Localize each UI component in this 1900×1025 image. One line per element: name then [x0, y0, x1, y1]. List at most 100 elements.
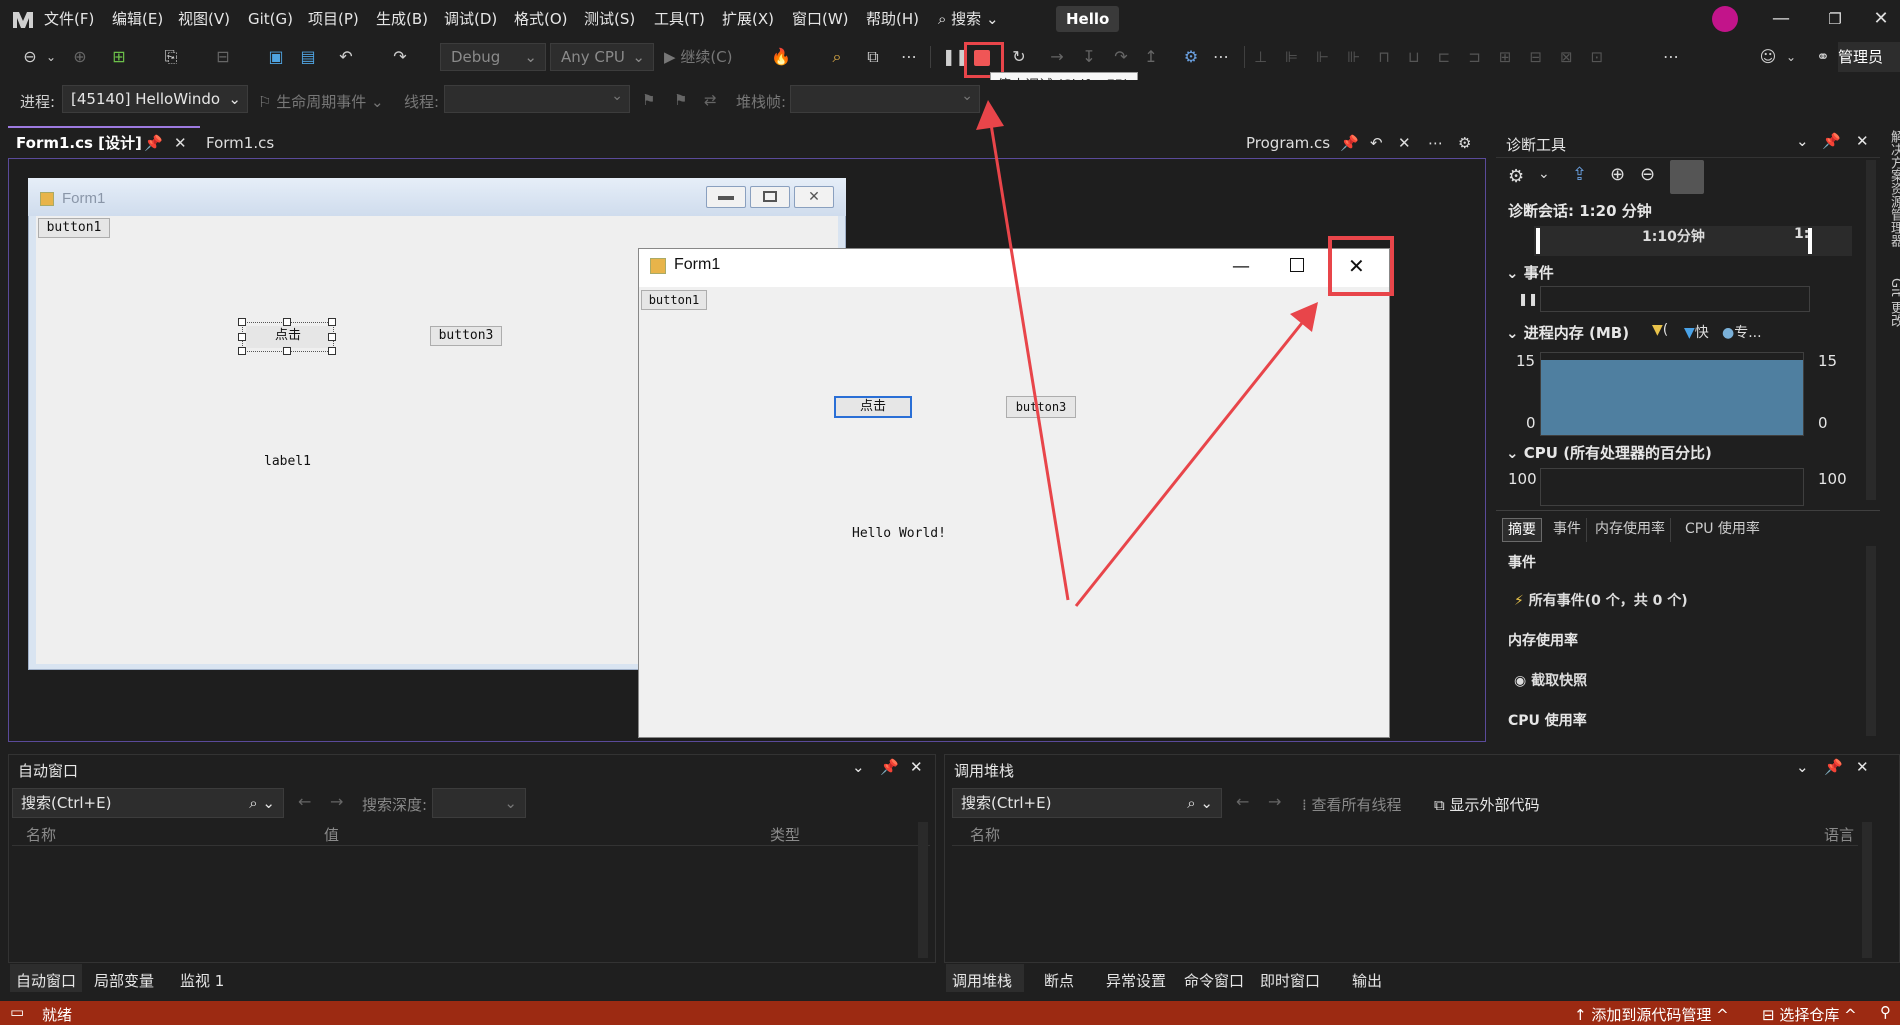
menu-test[interactable]: 测试(S)	[578, 0, 641, 38]
subtab-memory[interactable]: 内存使用率	[1590, 518, 1671, 542]
more-options-icon[interactable]: ⋯	[1428, 128, 1443, 158]
autos-scrollbar[interactable]	[918, 822, 928, 958]
git-changes-tab[interactable]: Git 更改	[1886, 278, 1900, 327]
close-icon[interactable]: ✕	[1858, 0, 1900, 38]
close-tab-icon[interactable]: ✕	[1398, 128, 1411, 158]
back-icon[interactable]: ←	[298, 792, 311, 811]
settings-icon[interactable]: ⚙	[1458, 128, 1471, 158]
autos-col-name[interactable]: 名称	[26, 824, 56, 845]
restore-icon[interactable]: ❐	[1812, 0, 1858, 38]
step-out-icon[interactable]: ↥	[1140, 42, 1162, 72]
account-avatar[interactable]	[1712, 6, 1738, 32]
tab-output[interactable]: 输出	[1352, 970, 1382, 991]
chevron-down-icon[interactable]: ⌄	[1796, 132, 1809, 150]
process-dropdown[interactable]: [45140] HelloWindo ⌄	[62, 85, 248, 113]
config-dropdown[interactable]: Debug ⌄	[440, 43, 546, 71]
autos-col-value[interactable]: 值	[324, 824, 339, 845]
resize-handle[interactable]	[328, 333, 336, 341]
summary-scrollbar[interactable]	[1866, 546, 1876, 736]
tab-watch1[interactable]: 监视 1	[180, 970, 224, 991]
export-icon[interactable]: ⇪	[1572, 164, 1587, 185]
menu-project[interactable]: 项目(P)	[302, 0, 365, 38]
search-depth-dropdown[interactable]: ⌄	[432, 788, 526, 818]
flag-icon[interactable]: ⚑	[642, 91, 655, 109]
cpu-section-header[interactable]: ⌄ CPU (所有处理器的百分比)	[1506, 442, 1712, 463]
resize-handle[interactable]	[283, 347, 291, 355]
tab-immediate-window[interactable]: 即时窗口	[1260, 970, 1320, 991]
menu-window[interactable]: 窗口(W)	[786, 0, 855, 38]
notifications-icon[interactable]: ▭	[10, 1003, 24, 1021]
more-options-icon[interactable]: ⋯	[1660, 42, 1682, 72]
autos-search-input[interactable]: 搜索(Ctrl+E) ⌕ ⌄	[12, 788, 284, 818]
save-all-icon[interactable]: ▤	[298, 42, 318, 72]
open-file-icon[interactable]: ⎘	[160, 42, 182, 72]
hot-reload-settings-icon[interactable]: ⚙	[1180, 42, 1202, 72]
chevron-down-icon[interactable]: ⌄	[1784, 42, 1798, 72]
designer-button-click[interactable]: 点击	[246, 326, 330, 348]
resize-handle[interactable]	[283, 318, 291, 326]
pin-icon[interactable]: 📌	[1824, 758, 1843, 776]
pause-icon[interactable]: ❚❚	[942, 42, 969, 72]
menu-format[interactable]: 格式(O)	[508, 0, 574, 38]
find-in-files-icon[interactable]: ⌕	[826, 42, 848, 72]
save-icon[interactable]: ▣	[266, 42, 286, 72]
all-events-link[interactable]: ⚡ 所有事件(0 个，共 0 个)	[1514, 590, 1688, 610]
forward-icon[interactable]: →	[330, 792, 343, 811]
forward-icon[interactable]: →	[1268, 792, 1281, 811]
tab-command-window[interactable]: 命令窗口	[1184, 970, 1244, 991]
autos-col-type[interactable]: 类型	[770, 824, 800, 845]
menu-build[interactable]: 生成(B)	[370, 0, 434, 38]
redo-icon[interactable]: ↷	[390, 42, 410, 72]
copilot-icon[interactable]: ☺	[1756, 42, 1780, 72]
chevron-down-icon[interactable]: ⌄	[1796, 758, 1809, 776]
reset-zoom-button[interactable]	[1670, 160, 1704, 194]
tab-call-stack[interactable]: 调用堆栈	[952, 970, 1012, 991]
resize-handle[interactable]	[238, 347, 246, 355]
more-options-icon[interactable]: ⋯	[1210, 42, 1232, 72]
pin-icon[interactable]: 📌	[144, 128, 163, 158]
diagnostic-scrollbar[interactable]	[1866, 160, 1876, 500]
menu-git[interactable]: Git(G)	[242, 0, 299, 38]
tab-program-cs[interactable]: Program.cs	[1246, 128, 1330, 158]
tab-form1-code[interactable]: Form1.cs	[206, 128, 274, 158]
maximize-icon[interactable]	[1290, 258, 1304, 272]
running-button-click[interactable]: 点击	[834, 396, 912, 418]
tab-breakpoints[interactable]: 断点	[1044, 970, 1074, 991]
admin-button[interactable]: 管理员	[1838, 42, 1900, 72]
lifecycle-events-dropdown[interactable]: ⚐ 生命周期事件 ⌄	[258, 91, 384, 112]
layout-toolbar-icons[interactable]: ⊥⊫⊩⊪⊓⊔⊏⊐⊞⊟⊠⊡	[1254, 42, 1654, 72]
menu-file[interactable]: 文件(F)	[38, 0, 100, 38]
call-stack-search-input[interactable]: 搜索(Ctrl+E) ⌕ ⌄	[952, 788, 1222, 818]
close-icon[interactable]: ✕	[1856, 758, 1869, 776]
view-all-threads-button[interactable]: ⁞ 查看所有线程	[1302, 794, 1402, 815]
resize-handle[interactable]	[238, 333, 246, 341]
menu-extensions[interactable]: 扩展(X)	[716, 0, 780, 38]
new-project-icon[interactable]: ⊞	[108, 42, 130, 72]
add-to-source-control-button[interactable]: ↑ 添加到源代码管理 ^	[1574, 1004, 1729, 1025]
subtab-cpu[interactable]: CPU 使用率	[1680, 518, 1765, 542]
menu-debug[interactable]: 调试(D)	[438, 0, 503, 38]
close-icon[interactable]: ✕	[910, 758, 923, 776]
chevron-down-icon[interactable]: ⌄	[44, 42, 58, 72]
resize-handle[interactable]	[328, 347, 336, 355]
thread-dropdown[interactable]: ⌄	[444, 85, 630, 113]
designer-label1[interactable]: label1	[264, 454, 311, 469]
designer-button1[interactable]: button1	[38, 218, 110, 238]
back-icon[interactable]: ↶	[1370, 128, 1383, 158]
memory-section-header[interactable]: ⌄ 进程内存 (MB)	[1506, 322, 1629, 343]
call-stack-col-name[interactable]: 名称	[970, 824, 1000, 845]
timeline-start-marker[interactable]	[1536, 228, 1540, 254]
search-menu[interactable]: ⌕ 搜索 ⌄	[938, 0, 999, 38]
step-into-icon[interactable]: ↧	[1078, 42, 1100, 72]
subtab-summary[interactable]: 摘要	[1502, 518, 1542, 542]
resize-handle[interactable]	[328, 318, 336, 326]
call-stack-scrollbar[interactable]	[1862, 822, 1872, 958]
browser-link-icon[interactable]: ⧉	[862, 42, 884, 72]
minimize-icon[interactable]: —	[1232, 256, 1250, 277]
tab-autos[interactable]: 自动窗口	[16, 970, 76, 991]
chevron-down-icon[interactable]: ⌄	[852, 758, 865, 776]
flag-all-icon[interactable]: ⚑	[674, 91, 687, 109]
platform-dropdown[interactable]: Any CPU ⌄	[550, 43, 654, 71]
zoom-in-icon[interactable]: ⊕	[1610, 164, 1625, 185]
chevron-down-icon[interactable]: ⌄	[1538, 166, 1550, 182]
